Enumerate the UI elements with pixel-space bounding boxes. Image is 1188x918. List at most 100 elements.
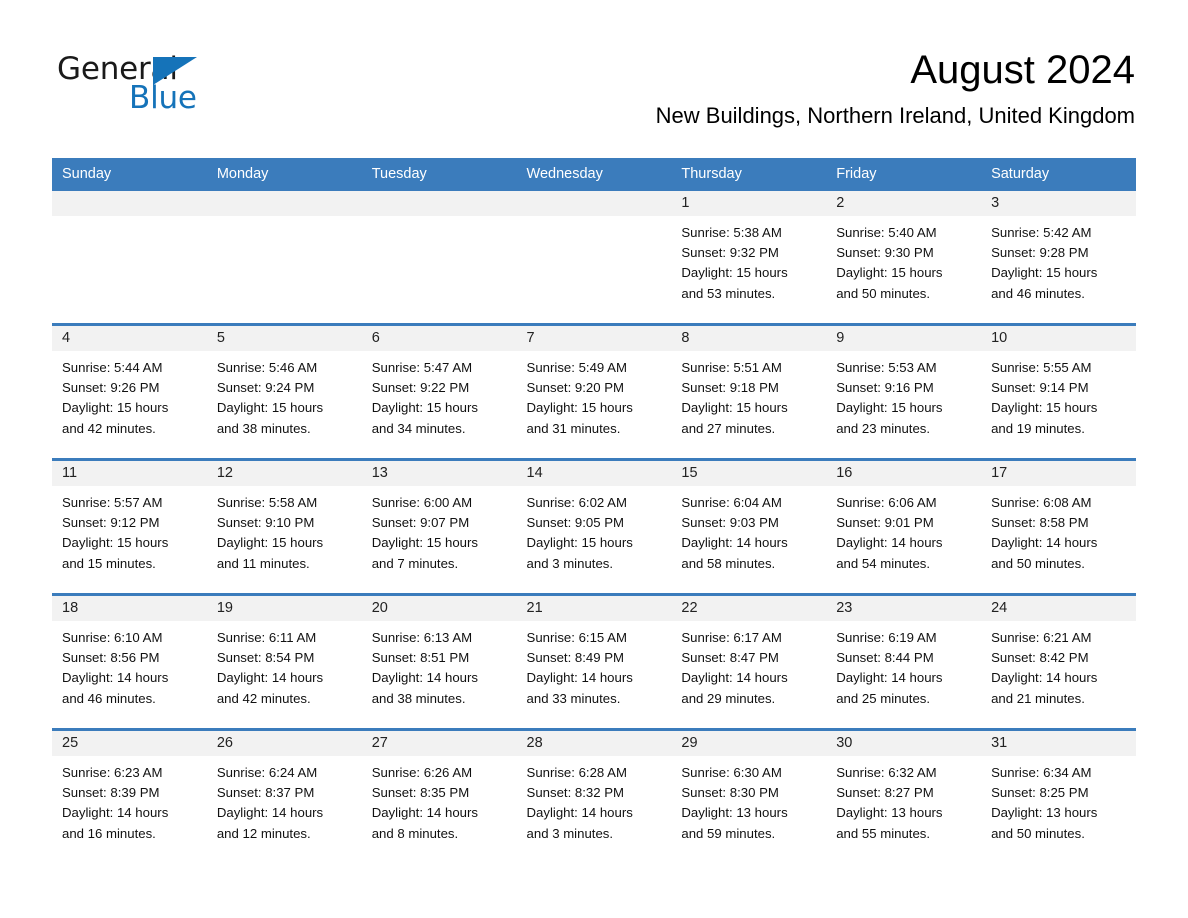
calendar-day-cell[interactable]: 10 Sunrise: 5:55 AM Sunset: 9:14 PM Dayligh… — [981, 323, 1136, 460]
day-number: 23 — [826, 596, 982, 621]
day-cell-inner: 21 Sunrise: 6:15 AM Sunset: 8:49 PM Dayligh… — [516, 596, 672, 728]
calendar-day-cell[interactable]: 18 Sunrise: 6:10 AM Sunset: 8:56 PM Dayligh… — [52, 593, 207, 730]
calendar-day-cell[interactable]: 28 Sunrise: 6:28 AM Sunset: 8:32 PM Dayligh… — [516, 728, 672, 863]
calendar-week-row: 18 Sunrise: 6:10 AM Sunset: 8:56 PM Dayligh… — [52, 593, 1136, 730]
day-details: Sunrise: 6:02 AM Sunset: 9:05 PM Daylight:… — [517, 486, 672, 574]
calendar-day-cell[interactable]: 4 Sunrise: 5:44 AM Sunset: 9:26 PM Daylight… — [52, 323, 207, 460]
day-number: 20 — [361, 596, 517, 621]
day-details: Sunrise: 5:38 AM Sunset: 9:32 PM Daylight:… — [671, 216, 826, 304]
day-number: 11 — [52, 461, 207, 486]
day-details: Sunrise: 6:19 AM Sunset: 8:44 PM Daylight:… — [826, 621, 981, 709]
sunrise-text: Sunrise: 6:08 AM — [991, 495, 1092, 510]
calendar-day-cell[interactable]: 7 Sunrise: 5:49 AM Sunset: 9:20 PM Daylight… — [516, 323, 672, 460]
sunrise-text: Sunrise: 6:17 AM — [681, 630, 782, 645]
calendar-day-cell[interactable]: 31 Sunrise: 6:34 AM Sunset: 8:25 PM Dayligh… — [981, 728, 1136, 863]
sunrise-text: Sunrise: 5:58 AM — [216, 495, 318, 510]
calendar-day-cell[interactable]: 21 Sunrise: 6:15 AM Sunset: 8:49 PM Dayligh… — [516, 593, 672, 730]
calendar-day-cell[interactable]: 1 Sunrise: 5:38 AM Sunset: 9:32 PM Daylight… — [671, 191, 827, 325]
calendar-day-cell[interactable]: 3 Sunrise: 5:42 AM Sunset: 9:28 PM Daylight… — [981, 191, 1136, 325]
sunset-text: Sunset: 8:42 PM — [991, 650, 1089, 666]
daylight-text-line1: Daylight: 15 hours — [371, 535, 478, 551]
day-details: Sunrise: 5:49 AM Sunset: 9:20 PM Daylight:… — [517, 351, 672, 439]
calendar-day-cell[interactable]: 17 Sunrise: 6:08 AM Sunset: 8:58 PM Dayligh… — [981, 458, 1136, 595]
sunset-text: Sunset: 9:03 PM — [681, 515, 779, 531]
sunrise-text: Sunrise: 6:34 AM — [991, 765, 1092, 780]
calendar-day-cell[interactable]: 22 Sunrise: 6:17 AM Sunset: 8:47 PM Dayligh… — [671, 593, 827, 730]
sunset-text: Sunset: 8:58 PM — [991, 515, 1089, 531]
daylight-text-line1: Daylight: 13 hours — [991, 805, 1098, 821]
daylight-text-line2: and 11 minutes. — [216, 555, 310, 571]
sunrise-text: Sunrise: 6:21 AM — [991, 630, 1092, 645]
calendar-day-cell[interactable]: 19 Sunrise: 6:11 AM Sunset: 8:54 PM Dayligh… — [206, 593, 362, 730]
sunrise-text: Sunrise: 5:42 AM — [991, 225, 1092, 240]
calendar-day-cell[interactable]: 15 Sunrise: 6:04 AM Sunset: 9:03 PM Dayligh… — [671, 458, 827, 595]
sunset-text: Sunset: 9:32 PM — [681, 245, 779, 261]
calendar-day-cell[interactable]: 25 Sunrise: 6:23 AM Sunset: 8:39 PM Dayligh… — [52, 728, 207, 863]
calendar-day-cell[interactable]: 24 Sunrise: 6:21 AM Sunset: 8:42 PM Dayligh… — [981, 593, 1136, 730]
daylight-text-line2: and 16 minutes. — [62, 825, 156, 841]
day-details: Sunrise: 6:10 AM Sunset: 8:56 PM Daylight:… — [52, 621, 207, 709]
daylight-text-line2: and 54 minutes. — [836, 555, 931, 571]
day-number: 5 — [206, 326, 362, 351]
sunrise-text: Sunrise: 5:55 AM — [991, 360, 1092, 375]
day-cell-inner: 11 Sunrise: 5:57 AM Sunset: 9:12 PM Dayligh… — [52, 461, 207, 593]
day-cell-inner: 9 Sunrise: 5:53 AM Sunset: 9:16 PM Daylight… — [826, 326, 982, 458]
calendar-day-cell[interactable]: 26 Sunrise: 6:24 AM Sunset: 8:37 PM Dayligh… — [206, 728, 362, 863]
day-number: 3 — [981, 191, 1136, 216]
day-details: Sunrise: 6:23 AM Sunset: 8:39 PM Daylight:… — [52, 756, 207, 844]
calendar-day-cell[interactable]: 13 Sunrise: 6:00 AM Sunset: 9:07 PM Dayligh… — [361, 458, 517, 595]
daylight-text-line2: and 50 minutes. — [991, 825, 1085, 841]
calendar-day-cell[interactable]: 20 Sunrise: 6:13 AM Sunset: 8:51 PM Dayligh… — [361, 593, 517, 730]
calendar-day-cell[interactable]: 23 Sunrise: 6:19 AM Sunset: 8:44 PM Dayligh… — [826, 593, 982, 730]
day-cell-inner — [52, 191, 207, 323]
calendar-day-cell[interactable]: 6 Sunrise: 5:47 AM Sunset: 9:22 PM Daylight… — [361, 323, 517, 460]
sunrise-text: Sunrise: 6:30 AM — [681, 765, 782, 780]
sunset-text: Sunset: 8:32 PM — [526, 785, 625, 801]
day-cell-inner: 20 Sunrise: 6:13 AM Sunset: 8:51 PM Dayligh… — [361, 596, 517, 728]
day-cell-inner: 25 Sunrise: 6:23 AM Sunset: 8:39 PM Dayligh… — [52, 731, 207, 863]
generalblue-logo[interactable]: General Blue — [57, 52, 257, 122]
calendar-day-cell[interactable]: 2 Sunrise: 5:40 AM Sunset: 9:30 PM Daylight… — [826, 191, 982, 325]
daylight-text-line2: and 42 minutes. — [62, 420, 156, 436]
sunrise-text: Sunrise: 6:13 AM — [371, 630, 473, 645]
day-details: Sunrise: 5:42 AM Sunset: 9:28 PM Daylight:… — [981, 216, 1136, 304]
calendar-day-cell[interactable]: 27 Sunrise: 6:26 AM Sunset: 8:35 PM Dayligh… — [361, 728, 517, 863]
calendar-day-cell[interactable]: 5 Sunrise: 5:46 AM Sunset: 9:24 PM Daylight… — [206, 323, 362, 460]
daylight-text-line1: Daylight: 15 hours — [681, 265, 788, 281]
day-details: Sunrise: 6:11 AM Sunset: 8:54 PM Daylight:… — [207, 621, 362, 709]
sunset-text: Sunset: 8:27 PM — [836, 785, 934, 801]
daylight-text-line2: and 12 minutes. — [216, 825, 311, 841]
calendar-day-cell[interactable]: 30 Sunrise: 6:32 AM Sunset: 8:27 PM Dayligh… — [826, 728, 982, 863]
calendar-day-cell[interactable]: 11 Sunrise: 5:57 AM Sunset: 9:12 PM Dayligh… — [52, 458, 207, 595]
day-number: 9 — [826, 326, 982, 351]
sunset-text: Sunset: 9:16 PM — [836, 380, 934, 396]
calendar-day-cell[interactable]: 16 Sunrise: 6:06 AM Sunset: 9:01 PM Dayligh… — [826, 458, 982, 595]
day-cell-inner: 3 Sunrise: 5:42 AM Sunset: 9:28 PM Daylight… — [981, 191, 1136, 323]
sunrise-text: Sunrise: 5:46 AM — [216, 360, 318, 375]
daylight-text-line1: Daylight: 15 hours — [526, 535, 633, 551]
calendar-cell-empty — [516, 191, 672, 325]
weekday-header-wednesday: Wednesday — [516, 158, 672, 191]
day-cell-inner: 28 Sunrise: 6:28 AM Sunset: 8:32 PM Dayligh… — [516, 731, 672, 863]
daylight-text-line1: Daylight: 14 hours — [526, 805, 633, 821]
daylight-text-line1: Daylight: 15 hours — [216, 535, 324, 551]
day-number — [52, 191, 207, 216]
calendar-day-cell[interactable]: 14 Sunrise: 6:02 AM Sunset: 9:05 PM Dayligh… — [516, 458, 672, 595]
calendar-week-row: 11 Sunrise: 5:57 AM Sunset: 9:12 PM Dayligh… — [52, 458, 1136, 595]
calendar-day-cell[interactable]: 12 Sunrise: 5:58 AM Sunset: 9:10 PM Dayligh… — [206, 458, 362, 595]
day-number: 2 — [826, 191, 982, 216]
sunrise-text: Sunrise: 5:53 AM — [836, 360, 937, 375]
sunrise-text: Sunrise: 6:10 AM — [62, 630, 163, 645]
daylight-text-line1: Daylight: 15 hours — [62, 535, 169, 551]
daylight-text-line2: and 15 minutes. — [62, 555, 156, 571]
day-details: Sunrise: 6:08 AM Sunset: 8:58 PM Daylight:… — [981, 486, 1136, 574]
page-title: August 2024 — [910, 48, 1135, 92]
day-cell-inner: 30 Sunrise: 6:32 AM Sunset: 8:27 PM Dayligh… — [826, 731, 982, 863]
sunset-text: Sunset: 9:18 PM — [681, 380, 779, 396]
sunrise-text: Sunrise: 5:51 AM — [681, 360, 782, 375]
calendar-day-cell[interactable]: 29 Sunrise: 6:30 AM Sunset: 8:30 PM Dayligh… — [671, 728, 827, 863]
daylight-text-line1: Daylight: 13 hours — [681, 805, 788, 821]
calendar-day-cell[interactable]: 9 Sunrise: 5:53 AM Sunset: 9:16 PM Daylight… — [826, 323, 982, 460]
day-details: Sunrise: 6:34 AM Sunset: 8:25 PM Daylight:… — [981, 756, 1136, 844]
calendar-day-cell[interactable]: 8 Sunrise: 5:51 AM Sunset: 9:18 PM Daylight… — [671, 323, 827, 460]
